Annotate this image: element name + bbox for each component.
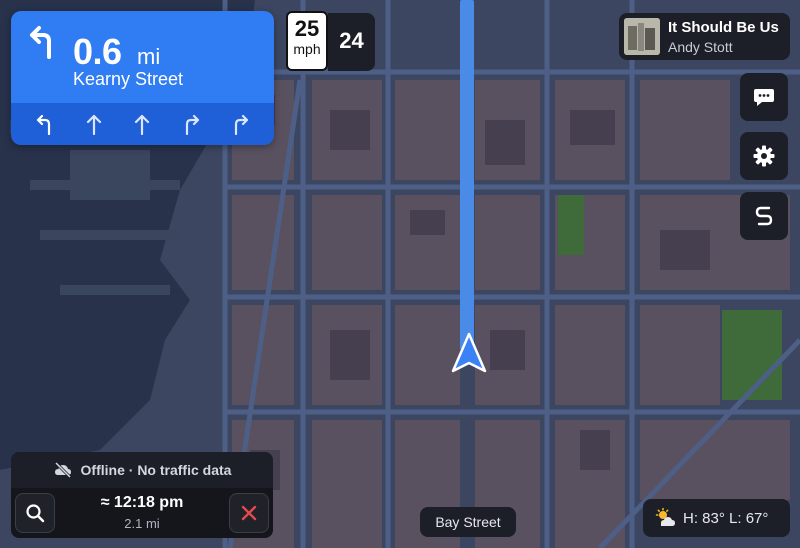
current-speed: 24 <box>328 13 375 71</box>
speed-limit-unit: mph <box>293 41 321 57</box>
offline-status-bar: Offline · No traffic data <box>11 452 273 488</box>
lane-turn-right-icon <box>234 114 248 135</box>
close-icon <box>241 505 257 521</box>
weather-temps: H: 83° L: 67° <box>683 509 769 527</box>
speed-limit-value: 25 <box>294 16 320 41</box>
now-playing-widget[interactable]: It Should Be Us Andy Stott <box>619 13 790 60</box>
lane-guidance <box>11 103 274 145</box>
song-title: It Should Be Us <box>668 19 779 36</box>
weather-widget[interactable]: H: 83° L: 67° <box>643 499 790 537</box>
current-street-label: Bay Street <box>420 507 516 537</box>
turn-street-name: Kearny Street <box>73 69 184 89</box>
remaining-distance: 2.1 mi <box>124 516 160 531</box>
park-area <box>558 195 584 255</box>
offline-text: Offline · No traffic data <box>80 462 232 478</box>
settings-button[interactable] <box>740 132 788 180</box>
search-button[interactable] <box>15 493 55 533</box>
cloud-off-icon <box>54 462 71 478</box>
turn-left-arrow-icon <box>30 26 51 59</box>
album-art <box>624 18 660 55</box>
lane-turn-left-icon <box>37 114 51 135</box>
lane-straight-icon <box>135 114 150 135</box>
speed-limit-sign: 25 mph <box>286 11 328 71</box>
route-options-button[interactable] <box>740 192 788 240</box>
message-icon <box>754 89 774 106</box>
trip-info-bar: ≈ 12:18 pm 2.1 mi <box>11 488 273 538</box>
arrival-time: ≈ 12:18 pm <box>100 494 184 511</box>
lane-turn-right-icon <box>185 114 200 135</box>
route-icon <box>755 206 773 226</box>
song-artist: Andy Stott <box>668 39 733 55</box>
turn-distance-unit: mi <box>137 44 161 69</box>
partly-cloudy-icon <box>655 508 675 526</box>
gear-icon <box>753 145 775 167</box>
route-line <box>460 0 474 350</box>
current-location-arrow-icon <box>451 332 487 373</box>
messages-button[interactable] <box>740 73 788 121</box>
turn-distance: 0.6 <box>73 31 122 72</box>
lane-straight-icon <box>86 114 101 135</box>
turn-instruction-card[interactable]: 0.6 mi Kearny Street <box>11 11 274 145</box>
search-icon <box>26 504 45 523</box>
end-route-button[interactable] <box>229 493 269 533</box>
turn-header: 0.6 mi Kearny Street <box>11 11 274 103</box>
